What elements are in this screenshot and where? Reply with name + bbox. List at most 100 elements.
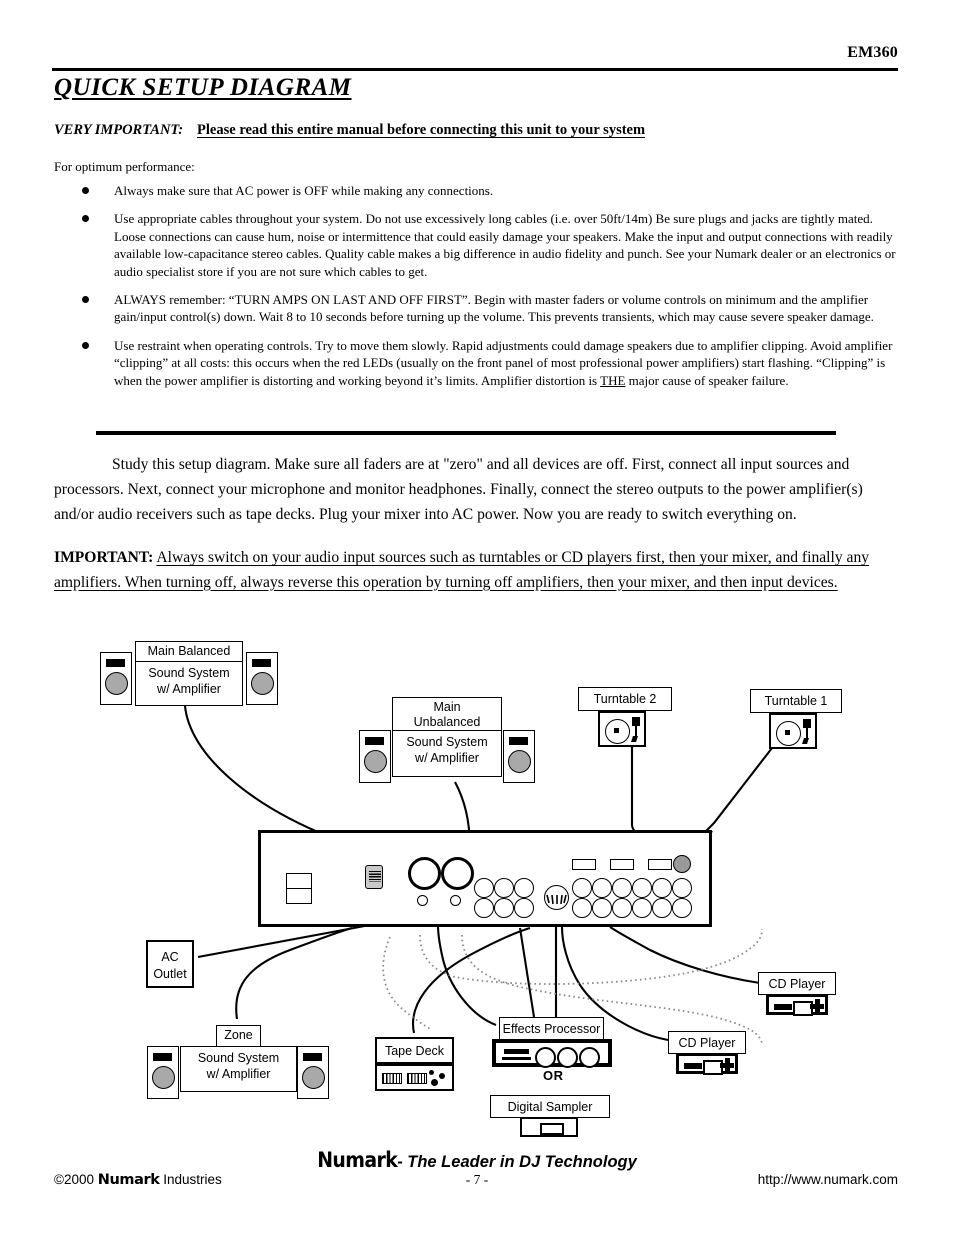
balanced-out-right [441,857,474,890]
rca-jack [592,878,612,898]
rca-jack [494,898,514,918]
terminal-block-bottom [286,888,312,904]
tonearm-tip-icon [631,736,638,742]
ac-outlet-line1: AC [161,950,179,964]
platter-icon [605,719,630,744]
main-unbalanced-label-line1: Main [433,700,461,714]
important-label: IMPORTANT: [54,549,154,566]
transport-button-icon [429,1070,434,1075]
ground-screw-left [417,895,428,906]
fader-icon [504,1049,529,1054]
quick-setup-diagram: Main Balanced Sound System w/ Amplifier … [0,625,954,1137]
cassette-slot-icon [407,1073,427,1084]
woofer-icon [508,750,531,773]
power-inlet-icon [365,865,383,889]
ground-screw-right [450,895,461,906]
speaker-left [100,652,132,705]
main-unbalanced-label-line2: Unbalanced [413,715,481,729]
ac-outlet-node: AC Outlet [146,940,194,988]
vent-slot [648,859,672,870]
woofer-icon [105,672,128,695]
tweeter-icon [153,1053,172,1061]
turntable-1-icon [769,713,817,749]
rca-jack [612,878,632,898]
speaker-right [503,730,535,783]
cable-fx-1 [518,927,536,1018]
cd-button-icon [725,1058,730,1073]
header-divider [52,68,898,71]
footer-tagline: - The Leader in DJ Technology [397,1153,637,1171]
woofer-icon [251,672,274,695]
rca-jack [652,878,672,898]
rca-jack [572,898,592,918]
main-unbalanced-line1: Sound System [406,735,488,749]
tweeter-icon [365,737,384,745]
turntable-1-label: Turntable 1 [750,689,842,713]
digital-sampler-label: Digital Sampler [490,1095,610,1118]
rca-jack [494,878,514,898]
cd-player-center-icon [676,1053,738,1075]
cd-display-icon [774,1004,792,1010]
zone-line2: w/ Amplifier [206,1067,271,1081]
platter-icon [776,721,801,746]
ac-outlet-line2: Outlet [153,967,187,981]
effects-processor-icon [492,1039,612,1068]
turntable-2-label: Turntable 2 [578,687,672,711]
main-unbalanced-label: Main Unbalanced [392,697,502,731]
sampler-slot-icon [540,1123,564,1135]
speaker-left [147,1046,179,1099]
speaker-right [297,1046,329,1099]
knob-icon [535,1047,556,1068]
cd-button-icon [815,999,820,1014]
cable-fx-3 [436,924,497,1026]
transport-button-icon [431,1079,438,1086]
balanced-out-left [408,857,441,890]
important-paragraph: IMPORTANT: Always switch on your audio i… [54,546,904,595]
page-title: QUICK SETUP DIAGRAM [54,74,352,101]
cd-player-right-label: CD Player [758,972,836,995]
terminal-block-top [286,873,312,889]
numark-logo: Numark [317,1148,398,1172]
list-item: Always make sure that AC power is OFF wh… [54,182,899,199]
knob-icon [557,1047,578,1068]
cd-display-icon [684,1063,702,1069]
zone-label: Zone [216,1025,261,1047]
main-balanced-line1: Sound System [148,666,230,680]
cable-cd-right [609,926,761,985]
turntable-2-icon [598,711,646,747]
vent-slot [572,859,596,870]
footer-url[interactable]: http://www.numark.com [758,1172,898,1187]
tweeter-icon [509,737,528,745]
list-item: Use appropriate cables throughout your s… [54,210,899,280]
manual-page: EM360 QUICK SETUP DIAGRAM VERY IMPORTANT… [0,0,954,1235]
din-connector [544,885,569,910]
rca-jack [612,898,632,918]
cable-dotted-1 [419,928,763,985]
tweeter-icon [106,659,125,667]
page-header-model: EM360 [847,44,898,61]
cassette-slot-icon [382,1073,402,1084]
woofer-icon [152,1066,175,1089]
tonearm-tip-icon [802,738,809,744]
cable-zone [235,926,353,1020]
main-balanced-label: Main Balanced [135,641,243,662]
fader-icon [502,1057,531,1060]
safety-bullet-list: Always make sure that AC power is OFF wh… [54,182,899,400]
main-unbalanced-line2: w/ Amplifier [415,751,479,765]
optimum-performance-label: For optimum performance: [54,159,195,174]
main-balanced-line2: w/ Amplifier [157,682,221,696]
tweeter-icon [303,1053,322,1061]
or-separator: OR [543,1068,564,1083]
very-important-label: VERY IMPORTANT: [54,122,184,138]
rca-jack [672,878,692,898]
rca-jack [514,898,534,918]
zone-line1: Sound System [197,1051,280,1065]
very-important-text: Please read this entire manual before co… [197,122,646,138]
effects-processor-label: Effects Processor [499,1017,604,1040]
tape-deck-label: Tape Deck [375,1037,454,1064]
rca-jack [652,898,672,918]
rca-jack [514,878,534,898]
list-item: Use restraint when operating controls. T… [54,337,899,389]
tweeter-icon [252,659,271,667]
cable-dotted-3 [382,936,431,1030]
